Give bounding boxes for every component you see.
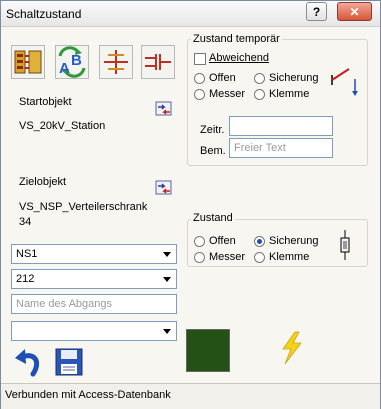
lightning-icon bbox=[282, 331, 302, 365]
chevron-down-icon bbox=[163, 277, 171, 282]
temp-radio-clamp[interactable] bbox=[254, 89, 265, 100]
temp-radio-knife-label: Messer bbox=[209, 88, 246, 100]
state-radio-knife[interactable] bbox=[194, 252, 205, 263]
start-object-value: VS_20kV_Station bbox=[19, 120, 106, 132]
help-button[interactable]: ? bbox=[306, 2, 327, 21]
temp-radio-open[interactable] bbox=[194, 73, 205, 84]
branch-icon bbox=[104, 50, 128, 74]
start-object-pick-button[interactable] bbox=[155, 100, 173, 118]
network-combo-value: NS1 bbox=[16, 248, 38, 260]
text-format-button[interactable]: A B bbox=[55, 45, 89, 79]
state-color-swatch[interactable] bbox=[186, 329, 230, 372]
target-object-value: VS_NSP_Verteilerschrank bbox=[19, 201, 148, 213]
floppy-disk-icon bbox=[55, 348, 83, 376]
status-bar: Verbunden mit Access-Datenbank bbox=[1, 383, 380, 409]
state-title: Zustand bbox=[191, 212, 235, 224]
chevron-down-icon bbox=[163, 252, 171, 257]
cable-icon bbox=[145, 54, 171, 70]
deviating-label: Abweichend bbox=[209, 52, 269, 64]
remark-label: Bem. bbox=[200, 145, 226, 157]
undo-button[interactable] bbox=[13, 346, 45, 378]
remark-input[interactable] bbox=[229, 138, 333, 158]
switchboard-button[interactable] bbox=[11, 45, 45, 79]
deviating-checkbox[interactable] bbox=[194, 53, 206, 65]
open-switch-icon bbox=[331, 68, 358, 96]
status-text: Verbunden mit Access-Datenbank bbox=[5, 389, 171, 401]
fuse-icon bbox=[340, 230, 350, 260]
branch-button[interactable] bbox=[99, 45, 133, 79]
temp-radio-fuse[interactable] bbox=[254, 73, 265, 84]
state-radio-knife-label: Messer bbox=[209, 251, 246, 263]
state-radio-fuse-label: Sicherung bbox=[269, 235, 319, 247]
open-switch-symbol bbox=[329, 65, 361, 99]
svg-text:A: A bbox=[59, 60, 70, 77]
outlet-number-combo-value: 212 bbox=[16, 273, 35, 285]
state-radio-clamp-label: Klemme bbox=[269, 251, 310, 263]
time-label: Zeitr. bbox=[200, 124, 225, 136]
temp-radio-fuse-label: Sicherung bbox=[269, 72, 319, 84]
save-button[interactable] bbox=[53, 346, 85, 378]
outlet-name-input[interactable] bbox=[11, 294, 177, 314]
pick-object-icon bbox=[155, 180, 172, 195]
fuse-symbol bbox=[338, 230, 352, 260]
state-radio-open-label: Offen bbox=[209, 235, 236, 247]
temp-radio-clamp-label: Klemme bbox=[269, 88, 310, 100]
state-radio-open[interactable] bbox=[194, 236, 205, 247]
text-ab-icon: A B bbox=[58, 46, 86, 78]
close-button[interactable]: ✕ bbox=[337, 2, 372, 21]
start-object-label: Startobjekt bbox=[19, 96, 72, 108]
lightning-symbol bbox=[279, 331, 305, 365]
switchboard-icon bbox=[14, 50, 42, 74]
pick-object-icon bbox=[155, 101, 172, 116]
target-object-label: Zielobjekt bbox=[19, 176, 67, 188]
svg-text:B: B bbox=[71, 52, 82, 69]
target-object-pick-button[interactable] bbox=[155, 179, 173, 197]
undo-icon bbox=[15, 349, 39, 377]
dialog-window: Schaltzustand ? ✕ A B Startobjekt VS_20k… bbox=[0, 0, 381, 409]
chevron-down-icon bbox=[163, 329, 171, 334]
temp-radio-knife[interactable] bbox=[194, 89, 205, 100]
network-combo[interactable]: NS1 bbox=[11, 244, 177, 264]
outlet-number-combo[interactable]: 212 bbox=[11, 269, 177, 289]
time-input[interactable] bbox=[229, 116, 333, 136]
title-bar: Schaltzustand ? ✕ bbox=[1, 1, 380, 27]
cable-button[interactable] bbox=[141, 45, 175, 79]
window-title: Schaltzustand bbox=[6, 7, 82, 21]
state-radio-fuse[interactable] bbox=[254, 236, 265, 247]
temporary-state-title: Zustand temporär bbox=[191, 33, 282, 45]
target-object-value-number: 34 bbox=[19, 216, 32, 228]
extra-combo[interactable] bbox=[11, 321, 177, 341]
temp-radio-open-label: Offen bbox=[209, 72, 236, 84]
state-radio-clamp[interactable] bbox=[254, 252, 265, 263]
